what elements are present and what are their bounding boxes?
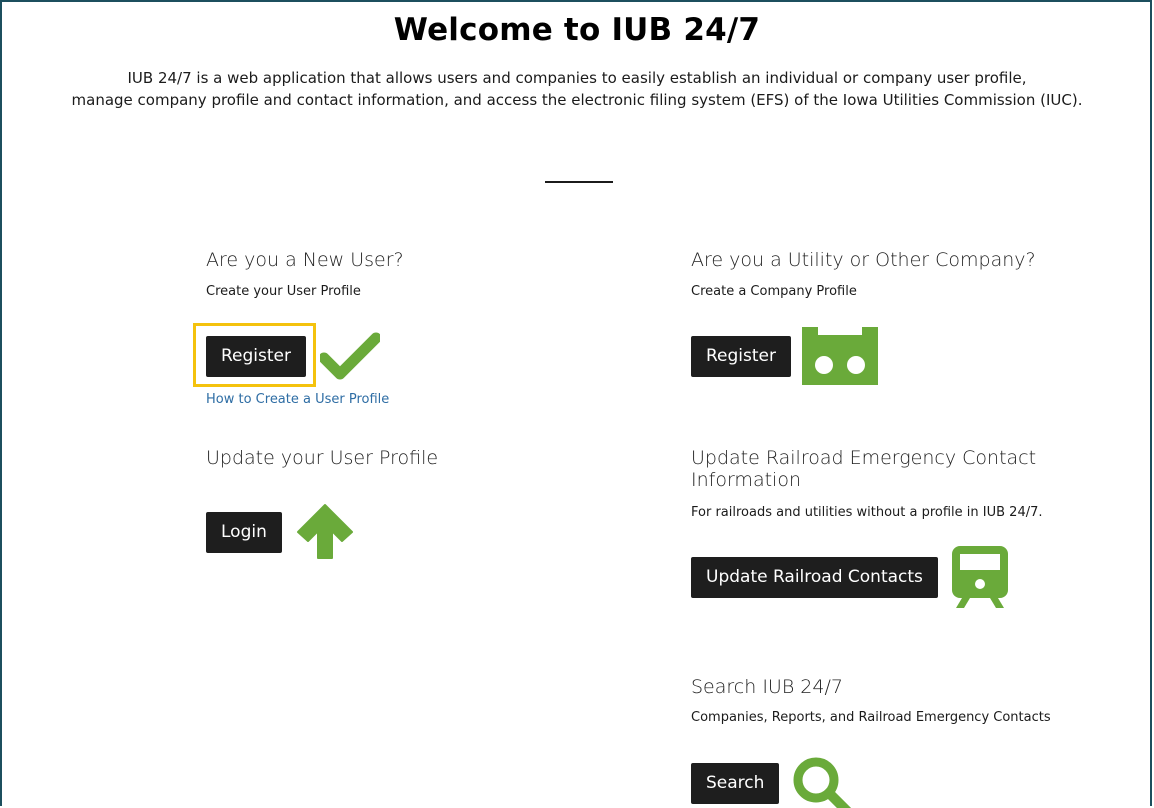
intro-text: IUB 24/7 is a web application that allow… <box>0 67 1154 111</box>
register-user-button[interactable]: Register <box>206 336 306 377</box>
new-user-subtext: Create your User Profile <box>206 284 361 299</box>
section-divider <box>545 181 613 183</box>
update-user-heading: Update your User Profile <box>206 447 439 469</box>
update-railroad-contacts-button[interactable]: Update Railroad Contacts <box>691 557 938 598</box>
up-arrow-icon <box>297 504 353 559</box>
search-button[interactable]: Search <box>691 763 780 804</box>
railroad-heading: Update Railroad Emergency Contact Inform… <box>691 447 1036 491</box>
register-company-button[interactable]: Register <box>691 336 791 377</box>
railroad-subtext: For railroads and utilities without a pr… <box>691 505 1043 520</box>
search-subtext: Companies, Reports, and Railroad Emergen… <box>691 710 1051 725</box>
company-heading: Are you a Utility or Other Company? <box>691 249 1036 271</box>
how-to-create-user-profile-link[interactable]: How to Create a User Profile <box>206 392 389 407</box>
checkmark-icon <box>320 332 380 380</box>
search-icon <box>793 757 852 808</box>
page-frame <box>0 0 1152 806</box>
page-title: Welcome to IUB 24/7 <box>393 12 761 48</box>
company-icon <box>802 327 878 385</box>
train-icon <box>952 546 1008 608</box>
intro-line: IUB 24/7 is a web application that allow… <box>127 69 1027 87</box>
login-button[interactable]: Login <box>206 512 282 553</box>
new-user-heading: Are you a New User? <box>206 249 404 271</box>
railroad-heading-line: Update Railroad Emergency Contact <box>691 447 1037 469</box>
company-subtext: Create a Company Profile <box>691 284 857 299</box>
railroad-heading-line: Information <box>691 469 801 491</box>
intro-line: manage company profile and contact infor… <box>71 91 1083 109</box>
search-heading: Search IUB 24/7 <box>691 676 843 698</box>
